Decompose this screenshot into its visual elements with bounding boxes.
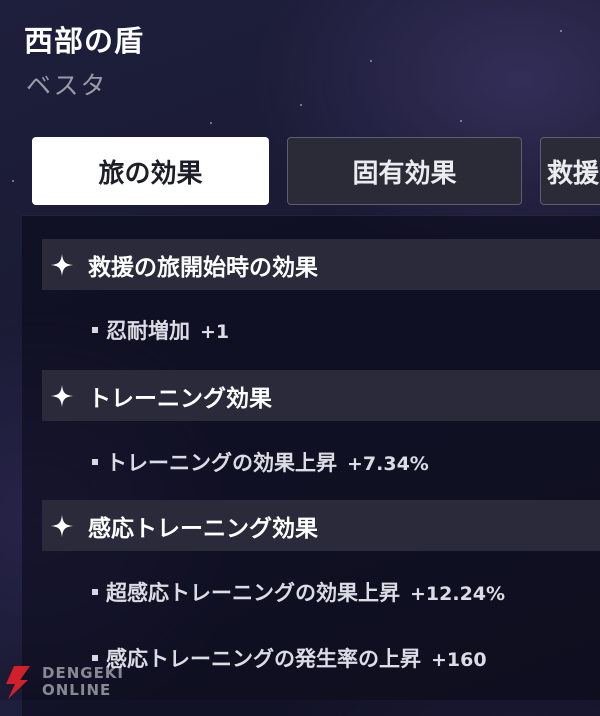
tab-rescue[interactable]: 救援 (540, 137, 600, 205)
tab-bar: 旅の効果 固有効果 救援 (32, 137, 600, 207)
section-title: トレーニング効果 (88, 385, 272, 412)
watermark: DENGEKI ONLINE (0, 664, 140, 700)
lightning-logo-icon (6, 666, 30, 699)
effect-value: +7.34% (347, 453, 429, 475)
watermark-text-line1: DENGEKI (42, 664, 125, 682)
effect-row: 忍耐増加 +1 (92, 315, 229, 345)
bullet-icon (92, 459, 98, 465)
watermark-text-line2: ONLINE (42, 681, 112, 699)
sparkle-icon (51, 253, 73, 276)
effect-value: +12.24% (410, 583, 506, 605)
section-header-rescue-start: 救援の旅開始時の効果 (42, 239, 600, 290)
effect-label: 超感応トレーニングの効果上昇 (106, 581, 400, 605)
tab-unique-effects[interactable]: 固有効果 (287, 137, 522, 205)
character-name: ベスタ (26, 71, 108, 100)
effect-row: トレーニングの効果上昇 +7.34% (92, 447, 429, 477)
effect-label: トレーニングの効果上昇 (106, 451, 337, 475)
section-title: 救援の旅開始時の効果 (88, 254, 318, 281)
effect-value: +160 (431, 649, 487, 671)
bullet-icon (92, 589, 98, 595)
bullet-icon (92, 327, 98, 333)
page-title: 西部の盾 (24, 24, 145, 58)
effect-label: 感応トレーニングの発生率の上昇 (106, 647, 421, 671)
bullet-icon (92, 655, 98, 661)
effect-row: 超感応トレーニングの効果上昇 +12.24% (92, 577, 505, 607)
effect-row: 感応トレーニングの発生率の上昇 +160 (92, 643, 487, 673)
sparkle-icon (51, 514, 73, 537)
section-header-sensory-training: 感応トレーニング効果 (42, 500, 600, 551)
effect-value: +1 (200, 321, 230, 343)
sparkle-icon (51, 384, 73, 407)
effect-label: 忍耐増加 (106, 319, 190, 343)
section-title: 感応トレーニング効果 (88, 515, 318, 542)
tab-journey-effects[interactable]: 旅の効果 (32, 137, 269, 205)
section-header-training: トレーニング効果 (42, 370, 600, 421)
